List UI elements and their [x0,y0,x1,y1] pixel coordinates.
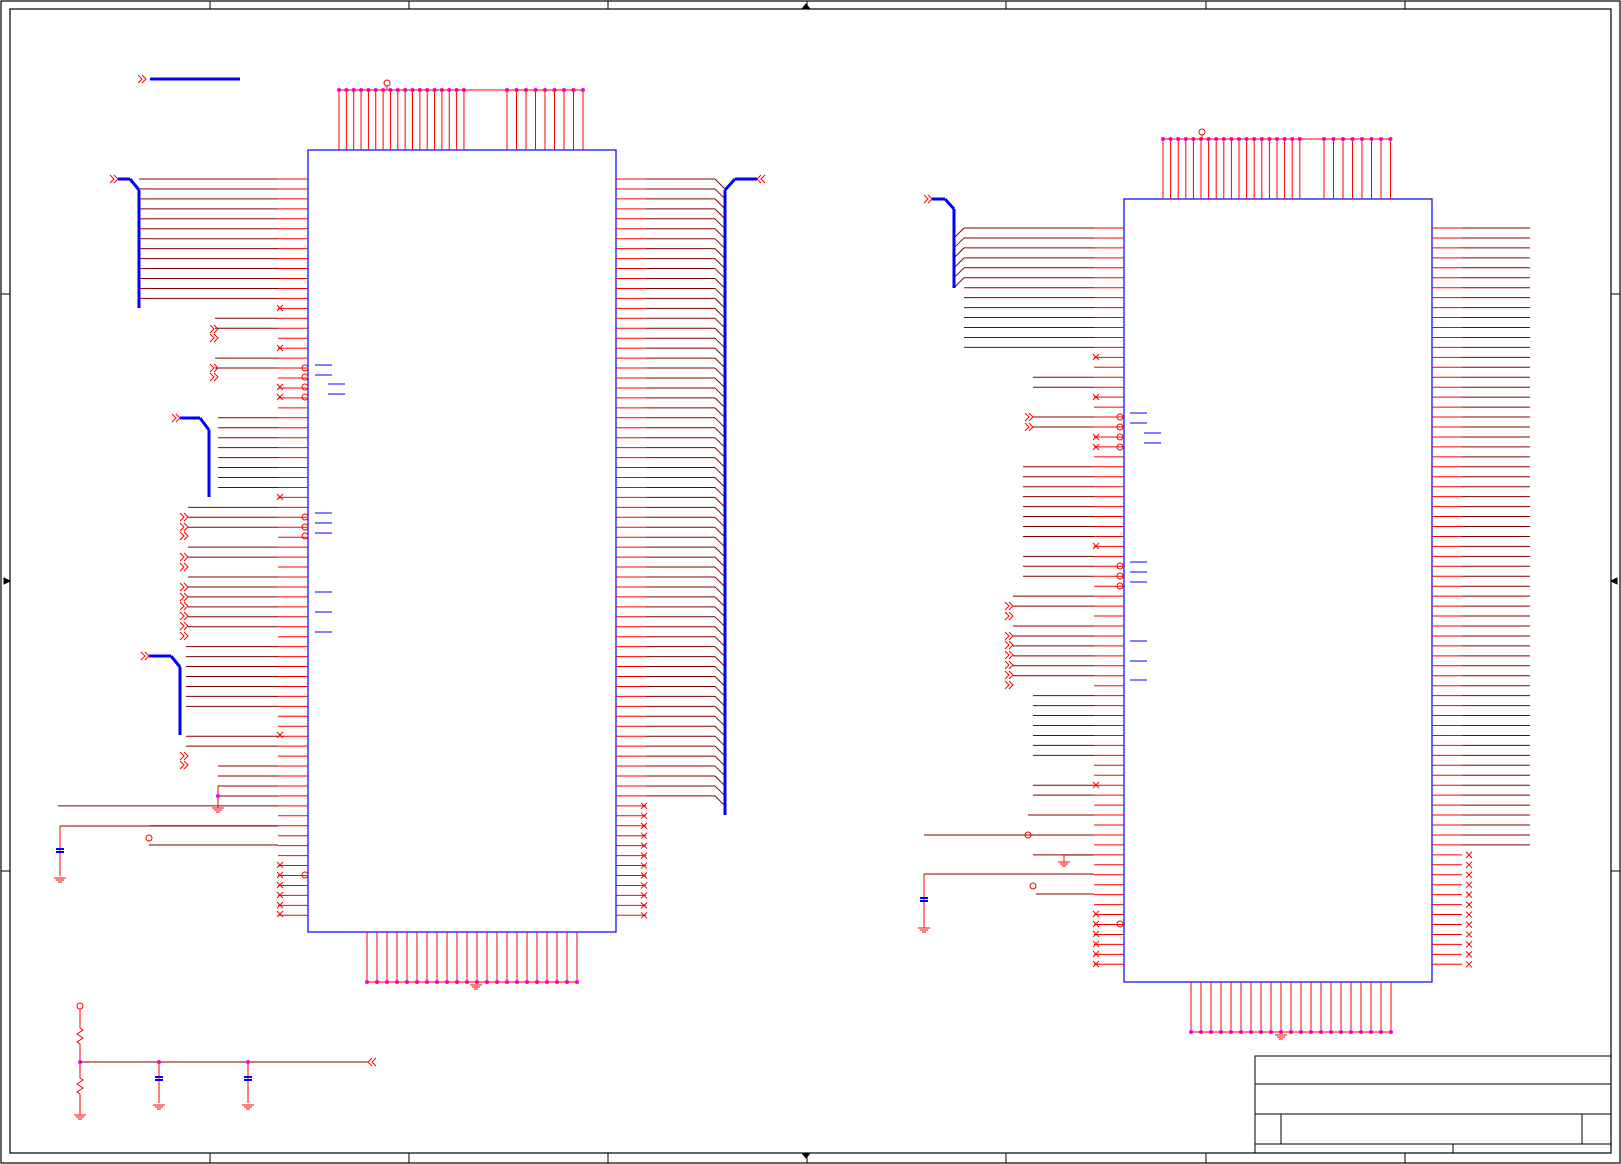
ground-symbol [212,807,224,813]
title-block [1254,1055,1612,1154]
offpage-connector [1004,631,1014,641]
ic-u2[interactable] [918,128,1530,1040]
pin-bubble [301,393,309,401]
offpage-connector [1004,640,1014,650]
border-zone-ticks [1,1,1620,1163]
offpage-connector [1024,422,1034,432]
address-bus [128,178,141,191]
address-bus [198,417,211,431]
no-connect-mark [1465,911,1473,918]
offpage-connector [1004,601,1014,611]
power-port [76,1002,84,1010]
ic-u1[interactable] [54,74,766,990]
offpage-connector [179,592,189,602]
ground-symbol [153,1104,165,1110]
offpage-connector [209,324,219,334]
offpage-connector [923,194,933,204]
offpage-connector [209,372,219,382]
pin-bubble [301,373,309,381]
offpage-connector [1004,680,1014,690]
no-connect-mark [276,383,284,391]
offpage-connector [179,751,189,761]
bus-entry [714,178,726,190]
pin-bubble [301,532,309,540]
offpage-connector [209,333,219,343]
data-bus [723,177,737,192]
offpage-connector [1004,611,1014,621]
offpage-connector [1024,412,1034,422]
address-bus [169,655,182,668]
zone-arrow [1609,577,1618,585]
no-connect-mark [276,393,284,401]
zone-arrow [800,1152,812,1159]
pin-bubble [301,383,309,391]
no-connect-mark [1465,921,1473,928]
ic-body [307,149,617,933]
offpage-connector [179,621,189,631]
offpage-connector [179,562,189,572]
offpage-connector [179,582,189,592]
offpage-connector [179,601,189,611]
ground-symbol [470,984,482,990]
power-port [383,79,391,87]
no-connect-mark [1465,941,1473,948]
passive-network [74,1002,377,1120]
offpage-connector [1004,670,1014,680]
offpage-connector [179,631,189,641]
no-connect-mark [1465,950,1473,958]
no-connect-mark [276,731,284,739]
offpage-connector [367,1057,377,1067]
power-port [1029,882,1037,890]
offpage-connector [756,174,766,184]
ic-body [1123,198,1433,983]
offpage-connector [140,651,150,661]
sheet-border [0,0,1621,1164]
offpage-connector [179,522,189,532]
no-connect-mark [1465,851,1473,859]
resistor-r2 [76,1070,84,1102]
schematic-sheet [0,0,1621,1164]
offpage-connector [179,611,189,621]
offpage-connector [171,413,181,423]
no-connect-mark [1465,931,1473,938]
power-port [1198,128,1206,136]
ground-symbol [918,927,930,933]
offpage-connector [137,74,147,84]
no-connect-mark [1465,881,1473,889]
ground-symbol [1275,1034,1287,1040]
no-connect-mark [276,910,284,918]
zone-arrow [3,577,12,585]
offpage-connector [179,760,189,770]
no-connect-mark [1465,901,1473,908]
address-bus [943,197,956,211]
no-connect-mark [276,861,284,869]
offpage-connector [1004,650,1014,660]
offpage-connector [109,174,119,184]
no-connect-mark [1092,910,1100,918]
zone-arrow [800,3,812,10]
no-connect-mark [1465,871,1473,879]
resistor-r1 [76,1020,84,1052]
ground-symbol [54,877,66,883]
offpage-connector [179,512,189,522]
no-connect-mark [1465,891,1473,899]
junction-dot [216,794,220,798]
ground-symbol [242,1104,254,1110]
no-connect-mark [1465,960,1473,968]
offpage-connector [179,552,189,562]
offpage-connector [1004,660,1014,670]
ground-symbol [1058,861,1070,867]
offpage-connector [179,531,189,541]
ground-symbol [74,1114,86,1120]
no-connect-mark [1465,861,1473,869]
power-port [145,834,153,842]
